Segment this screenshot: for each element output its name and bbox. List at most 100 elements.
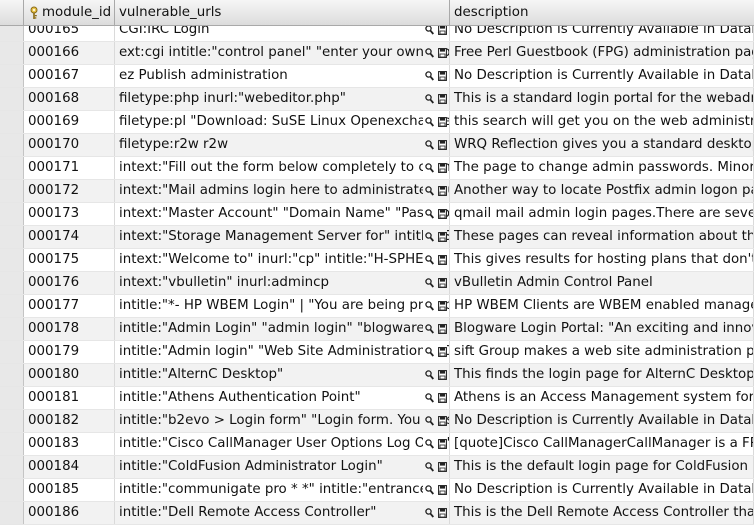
cell-module-id[interactable]: 000167 <box>24 65 115 87</box>
magnifier-icon[interactable] <box>425 140 434 150</box>
cell-module-id[interactable]: 000172 <box>24 180 115 202</box>
magnifier-icon[interactable] <box>425 508 434 518</box>
magnifier-icon[interactable] <box>425 71 434 81</box>
save-icon[interactable] <box>438 186 447 196</box>
cell-module-id[interactable]: 000174 <box>24 226 115 248</box>
save-icon[interactable] <box>438 163 447 173</box>
cell-module-id[interactable]: 000178 <box>24 318 115 340</box>
cell-description[interactable]: this search will get you on the web admi… <box>450 111 754 133</box>
save-icon[interactable] <box>438 462 447 472</box>
magnifier-icon[interactable] <box>425 117 434 127</box>
cell-description[interactable]: vBulletin Admin Control Panel <box>450 272 754 294</box>
row-selector[interactable] <box>0 341 24 363</box>
cell-description[interactable]: [quote]Cisco CallManagerCallManager is a… <box>450 433 754 455</box>
row-selector[interactable] <box>0 364 24 386</box>
save-icon[interactable] <box>438 301 447 311</box>
row-selector[interactable] <box>0 65 24 87</box>
save-icon[interactable] <box>438 117 447 127</box>
cell-description[interactable]: This finds the login page for AlternC De… <box>450 364 754 386</box>
magnifier-icon[interactable] <box>425 439 434 449</box>
cell-vulnerable-url[interactable]: intitle:"ColdFusion Administrator Login" <box>115 456 450 478</box>
column-header-description[interactable]: description <box>450 0 754 25</box>
save-icon[interactable] <box>438 508 447 518</box>
cell-vulnerable-url[interactable]: intitle:"AlternC Desktop" <box>115 364 450 386</box>
table-row[interactable]: 000186 intitle:"Dell Remote Access Contro… <box>0 502 754 525</box>
magnifier-icon[interactable] <box>425 94 434 104</box>
cell-module-id[interactable]: 000185 <box>24 479 115 501</box>
save-icon[interactable] <box>438 416 447 426</box>
magnifier-icon[interactable] <box>425 186 434 196</box>
cell-module-id[interactable]: 000166 <box>24 42 115 64</box>
cell-vulnerable-url[interactable]: intext:"Fill out the form below complete… <box>115 157 450 179</box>
cell-module-id[interactable]: 000177 <box>24 295 115 317</box>
table-row[interactable]: 000170 filetype:r2w r2w WRQ Reflection giv… <box>0 134 754 157</box>
cell-description[interactable]: No Description is Currently Available in… <box>450 479 754 501</box>
magnifier-icon[interactable] <box>425 347 434 357</box>
save-icon[interactable] <box>438 278 447 288</box>
cell-vulnerable-url[interactable]: intitle:"Admin Login" "admin login" "blo… <box>115 318 450 340</box>
cell-module-id[interactable]: 000171 <box>24 157 115 179</box>
row-selector[interactable] <box>0 157 24 179</box>
save-icon[interactable] <box>438 94 447 104</box>
cell-vulnerable-url[interactable]: intext:"vbulletin" inurl:admincp <box>115 272 450 294</box>
cell-description[interactable]: Blogware Login Portal: "An exciting and … <box>450 318 754 340</box>
cell-vulnerable-url[interactable]: intitle:"*- HP WBEM Login" | "You are be… <box>115 295 450 317</box>
cell-module-id[interactable]: 000182 <box>24 410 115 432</box>
row-selector[interactable] <box>0 111 24 133</box>
row-selector[interactable] <box>0 295 24 317</box>
magnifier-icon[interactable] <box>425 393 434 403</box>
save-icon[interactable] <box>438 393 447 403</box>
cell-module-id[interactable]: 000169 <box>24 111 115 133</box>
cell-vulnerable-url[interactable]: intext:"Master Account" "Domain Name" "P… <box>115 203 450 225</box>
magnifier-icon[interactable] <box>425 278 434 288</box>
table-row[interactable]: 000171 intext:"Fill out the form below co… <box>0 157 754 180</box>
cell-description[interactable]: The page to change admin passwords. Mino… <box>450 157 754 179</box>
magnifier-icon[interactable] <box>425 209 434 219</box>
row-selector[interactable] <box>0 42 24 64</box>
row-selector[interactable] <box>0 88 24 110</box>
cell-vulnerable-url[interactable]: filetype:php inurl:"webeditor.php" <box>115 88 450 110</box>
cell-module-id[interactable]: 000168 <box>24 88 115 110</box>
cell-module-id[interactable]: 000179 <box>24 341 115 363</box>
cell-description[interactable]: No Description is Currently Available in… <box>450 410 754 432</box>
save-icon[interactable] <box>438 71 447 81</box>
save-icon[interactable] <box>438 25 447 35</box>
cell-description[interactable]: Free Perl Guestbook (FPG) administration… <box>450 42 754 64</box>
cell-description[interactable]: These pages can reveal information about… <box>450 226 754 248</box>
row-selector[interactable] <box>0 272 24 294</box>
row-selector[interactable] <box>0 203 24 225</box>
table-row[interactable]: 000166 ext:cgi intitle:"control panel" "e… <box>0 42 754 65</box>
table-row[interactable]: 000167 ez Publish administration No Descri… <box>0 65 754 88</box>
cell-description[interactable]: This is a standard login portal for the … <box>450 88 754 110</box>
magnifier-icon[interactable] <box>425 25 434 35</box>
table-row[interactable]: 000184 intitle:"ColdFusion Administrator … <box>0 456 754 479</box>
table-row[interactable]: 000182 intitle:"b2evo > Login form" "Logi… <box>0 410 754 433</box>
cell-module-id[interactable]: 000181 <box>24 387 115 409</box>
save-icon[interactable] <box>438 370 447 380</box>
row-selector[interactable] <box>0 180 24 202</box>
table-row[interactable]: 000183 intitle:"Cisco CallManager User Op… <box>0 433 754 456</box>
row-selector[interactable] <box>0 387 24 409</box>
cell-vulnerable-url[interactable]: intext:"Storage Management Server for" i… <box>115 226 450 248</box>
row-selector[interactable] <box>0 226 24 248</box>
cell-vulnerable-url[interactable]: filetype:r2w r2w <box>115 134 450 156</box>
cell-module-id[interactable]: 000176 <box>24 272 115 294</box>
magnifier-icon[interactable] <box>425 485 434 495</box>
cell-module-id[interactable]: 000170 <box>24 134 115 156</box>
table-row[interactable]: 000178 intitle:"Admin Login" "admin login… <box>0 318 754 341</box>
row-selector[interactable] <box>0 249 24 271</box>
cell-vulnerable-url[interactable]: ext:cgi intitle:"control panel" "enter y… <box>115 42 450 64</box>
magnifier-icon[interactable] <box>425 48 434 58</box>
magnifier-icon[interactable] <box>425 163 434 173</box>
cell-description[interactable]: sift Group makes a web site administrati… <box>450 341 754 363</box>
table-row[interactable]: 000169 filetype:pl "Download: SuSE Linux … <box>0 111 754 134</box>
cell-description[interactable]: qmail mail admin login pages.There are s… <box>450 203 754 225</box>
cell-description[interactable]: WRQ Reflection gives you a standard desk… <box>450 134 754 156</box>
table-row[interactable]: 000185 intitle:"communigate pro * *" inti… <box>0 479 754 502</box>
cell-description[interactable]: This is the default login page for ColdF… <box>450 456 754 478</box>
cell-module-id[interactable]: 000175 <box>24 249 115 271</box>
save-icon[interactable] <box>438 347 447 357</box>
row-header-corner[interactable] <box>0 0 24 25</box>
table-row[interactable]: 000181 intitle:"Athens Authentication Poi… <box>0 387 754 410</box>
table-row[interactable]: 000176 intext:"vbulletin" inurl:admincp vB… <box>0 272 754 295</box>
